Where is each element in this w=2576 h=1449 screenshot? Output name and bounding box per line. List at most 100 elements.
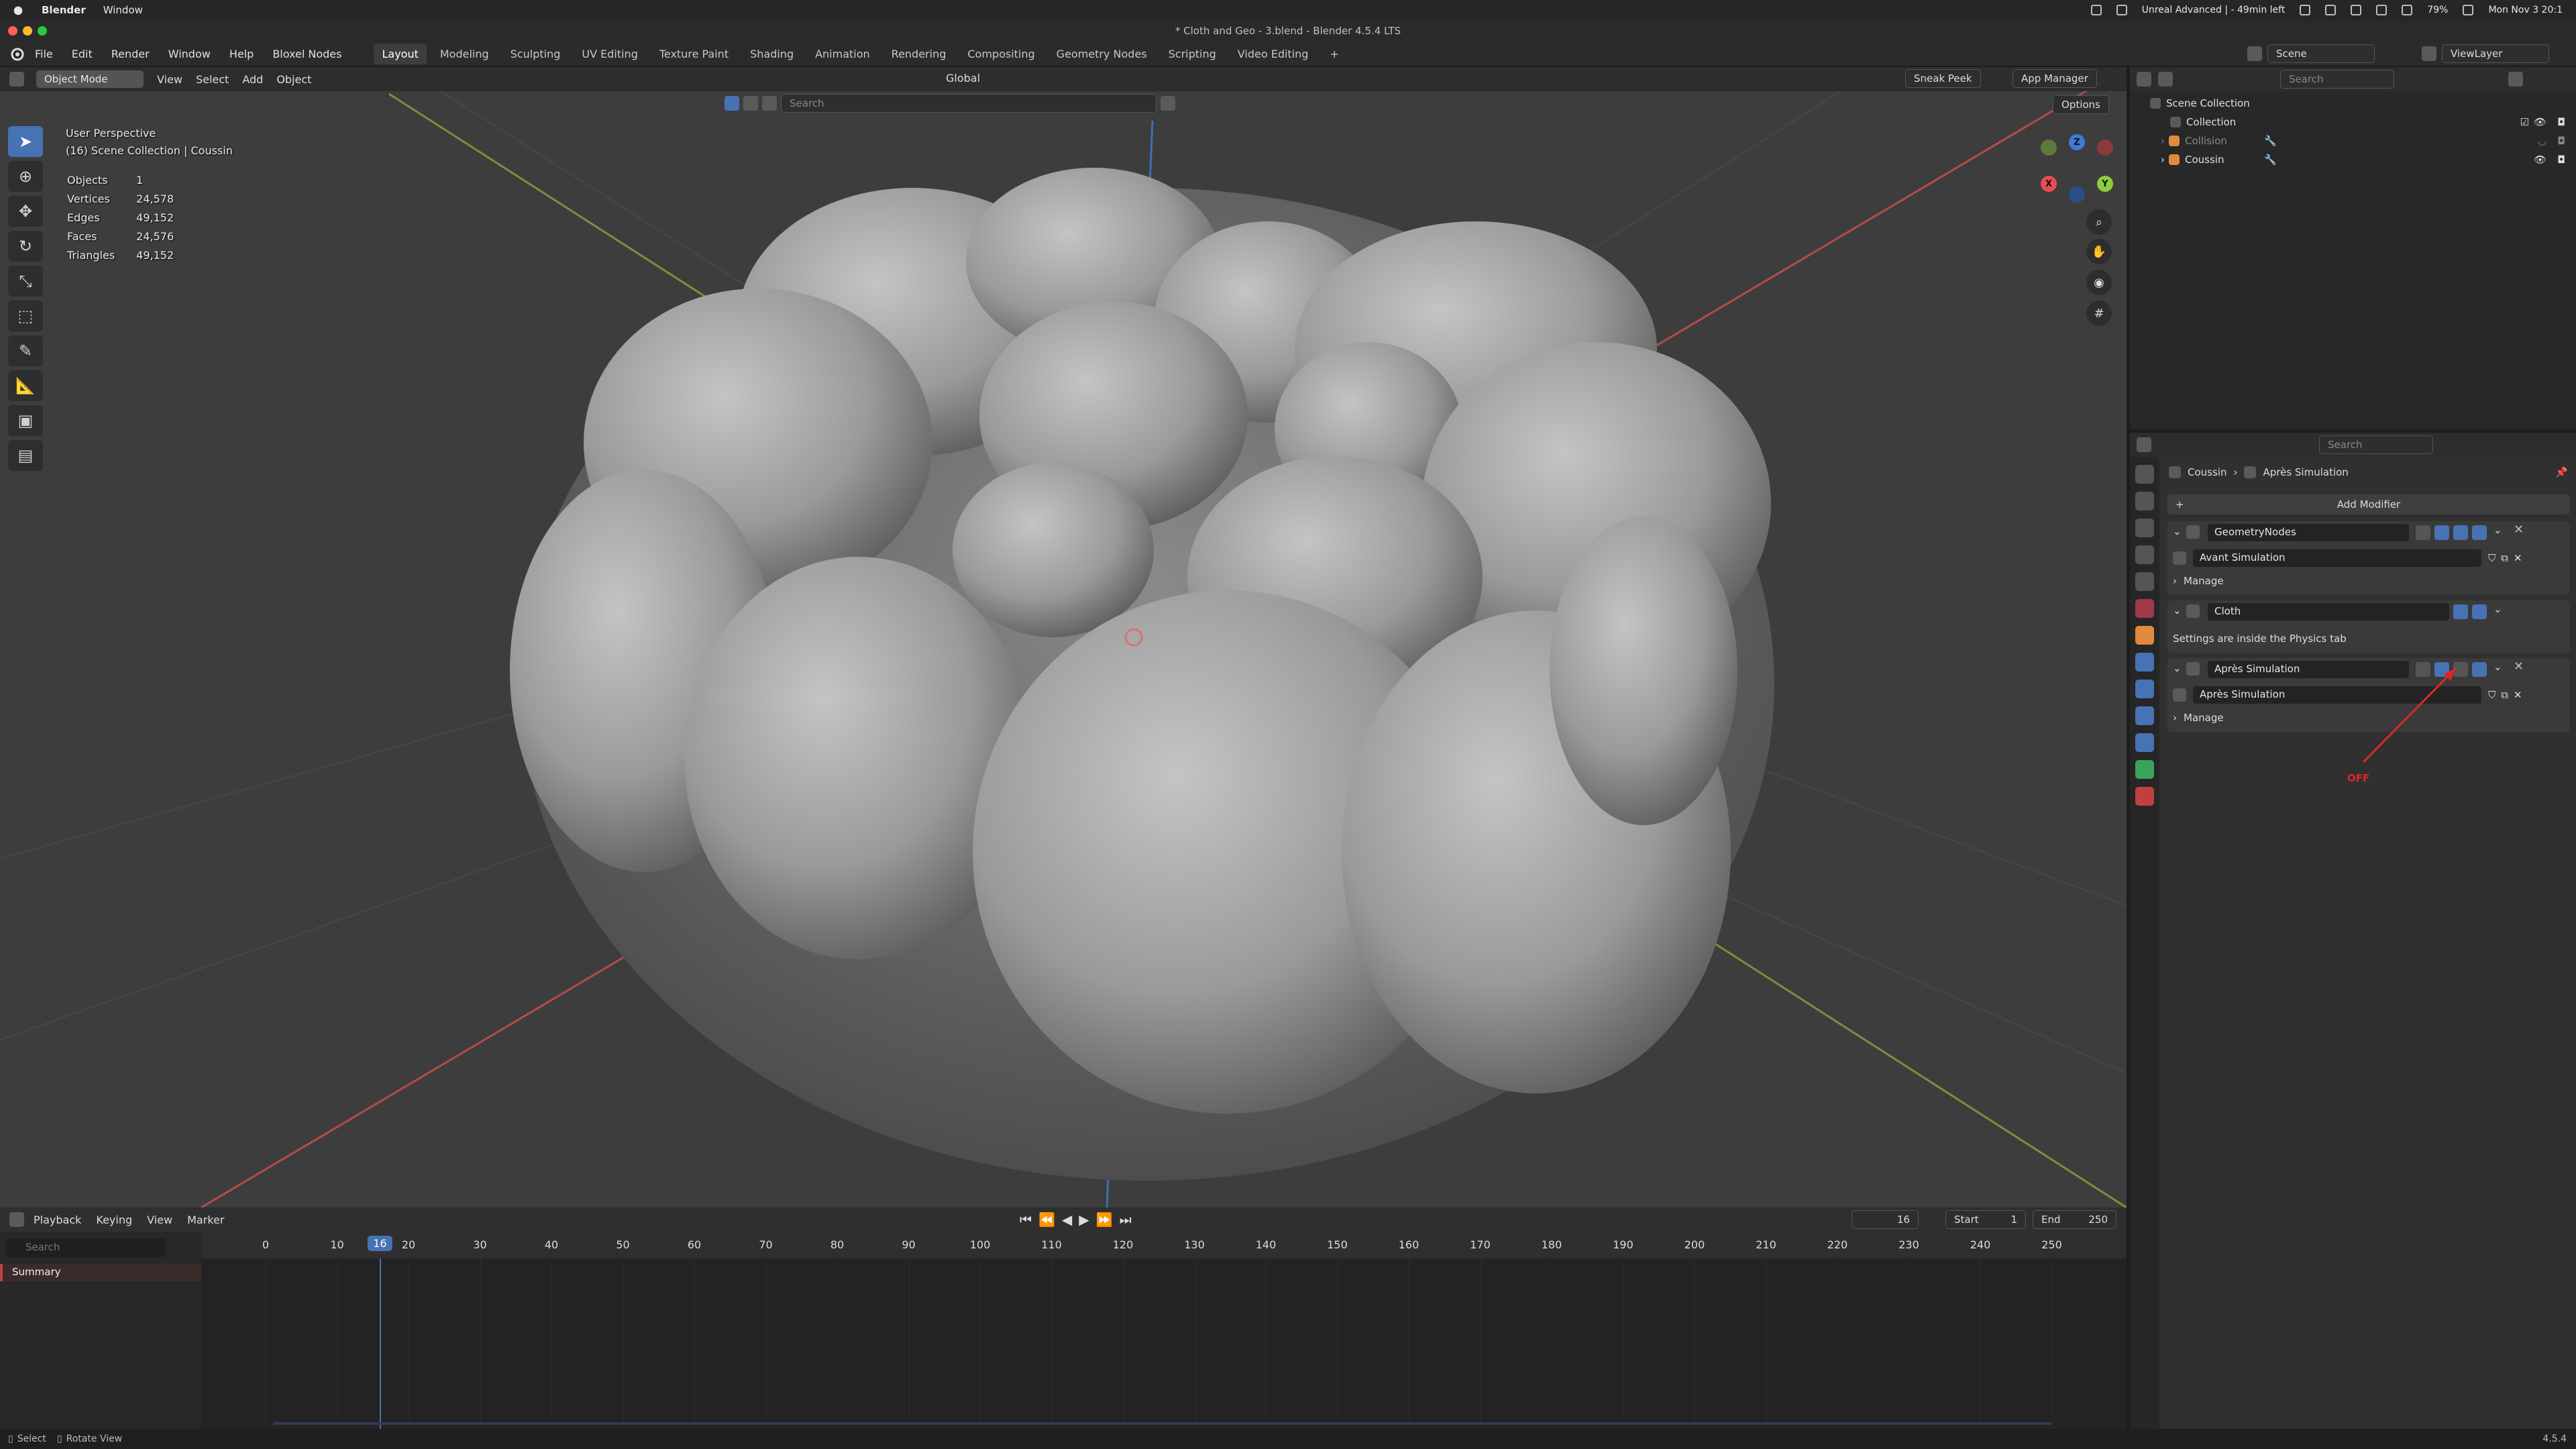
outliner-row-scene-collection[interactable]: Scene Collection — [2130, 94, 2576, 113]
constraints-tab-icon[interactable] — [2135, 733, 2154, 752]
window-menu[interactable]: Window — [103, 4, 143, 16]
render-toggle[interactable] — [2472, 525, 2487, 540]
viewport-display-toggle[interactable] — [2453, 525, 2468, 540]
node-tree-icon[interactable] — [2173, 688, 2186, 702]
tray-icon[interactable] — [2325, 5, 2337, 15]
world-tab-icon[interactable] — [2135, 599, 2154, 618]
tray-icon[interactable] — [2090, 5, 2102, 15]
tab-shading[interactable]: Shading — [742, 44, 802, 64]
tab-rendering[interactable]: Rendering — [883, 44, 955, 64]
pan-hand-icon[interactable]: ✋ — [2086, 239, 2112, 264]
timeline-menu-view[interactable]: View — [147, 1214, 172, 1226]
expand-chevron-icon[interactable]: › — [2161, 154, 2165, 166]
wifi-icon[interactable] — [2402, 5, 2413, 15]
output-tab-icon[interactable] — [2135, 519, 2154, 537]
viewport-search[interactable]: Search — [781, 94, 1157, 113]
remove-modifier-icon[interactable]: ✕ — [2514, 523, 2524, 537]
viewport-menu-add[interactable]: Add — [242, 73, 263, 86]
expand-chevron-icon[interactable]: › — [2161, 135, 2165, 147]
gizmo-neg-x[interactable] — [2097, 140, 2113, 156]
mode-selector[interactable]: Object Mode — [36, 70, 144, 88]
status-text[interactable]: Unreal Advanced | - 49min left — [2142, 5, 2286, 15]
end-frame-field[interactable]: End 250 — [2033, 1210, 2116, 1229]
camera-view-icon[interactable]: ◉ — [2086, 270, 2112, 295]
annotate-tool-button[interactable]: ✎ — [8, 335, 43, 366]
menu-file[interactable]: File — [35, 48, 53, 60]
tab-uv-editing[interactable]: UV Editing — [574, 44, 645, 64]
tab-sculpting[interactable]: Sculpting — [502, 44, 569, 64]
viewport-menu-view[interactable]: View — [157, 73, 182, 86]
duplicate-icon[interactable]: ⧉ — [2501, 552, 2508, 564]
transform-tool-button[interactable]: ⬚ — [8, 301, 43, 331]
shield-icon[interactable]: ⛉ — [2488, 552, 2496, 564]
select-box-icon[interactable] — [724, 96, 739, 111]
move-tool-button[interactable]: ✥ — [8, 196, 43, 227]
outliner-search[interactable]: Search — [2280, 70, 2394, 89]
3d-viewport[interactable]: Object Mode View Select Add Object Globa… — [0, 67, 2127, 1208]
play-reverse-icon[interactable]: ◀ — [1062, 1212, 1072, 1228]
dropdown-chevron-icon[interactable]: ⌄ — [2493, 661, 2502, 673]
tab-scripting[interactable]: Scripting — [1161, 44, 1224, 64]
playhead-frame-badge[interactable]: 16 — [368, 1236, 392, 1251]
minimize-window-button[interactable] — [23, 26, 32, 36]
material-tab-icon[interactable] — [2135, 787, 2154, 806]
properties-editor-icon[interactable] — [2137, 437, 2151, 452]
dropdown-chevron-icon[interactable]: ⌄ — [2493, 524, 2502, 536]
battery-percent[interactable]: 79% — [2427, 5, 2448, 15]
prev-keyframe-icon[interactable]: ⏪ — [1038, 1212, 1055, 1228]
node-group-field[interactable]: Avant Simulation — [2193, 549, 2481, 567]
render-tab-icon[interactable] — [2135, 492, 2154, 511]
rotate-tool-button[interactable]: ↻ — [8, 231, 43, 262]
manage-row[interactable]: › Manage — [2173, 708, 2224, 728]
camera-icon[interactable]: ◘ — [2557, 154, 2565, 166]
collapse-chevron-icon[interactable]: ⌄ — [2173, 662, 2182, 674]
blender-logo-icon[interactable] — [9, 46, 24, 61]
view-layer-tab-icon[interactable] — [2135, 545, 2154, 564]
menu-window[interactable]: Window — [168, 48, 211, 60]
menu-render[interactable]: Render — [111, 48, 150, 60]
render-toggle[interactable] — [2472, 604, 2487, 619]
pin-icon[interactable]: 📌 — [2555, 466, 2568, 478]
ortho-grid-icon[interactable]: # — [2086, 301, 2112, 326]
zoom-icon[interactable]: ⌕ — [2086, 209, 2112, 235]
options-button[interactable]: Options — [2053, 95, 2109, 114]
modifier-wrench-icon[interactable]: 🔧 — [2264, 135, 2277, 147]
frame-ruler[interactable]: 0 10 20 30 40 50 60 70 80 90 100 110 120 130 140 150 160… — [201, 1232, 2127, 1258]
gizmo-z[interactable]: Z — [2069, 134, 2085, 150]
tab-video-editing[interactable]: Video Editing — [1230, 44, 1317, 64]
extra-tool-button[interactable]: ▤ — [8, 440, 43, 471]
outliner-editor-icon[interactable] — [2137, 72, 2151, 87]
cursor-tool-button[interactable]: ⊕ — [8, 161, 43, 192]
unlink-icon[interactable]: ✕ — [2514, 689, 2522, 701]
timeline-search[interactable]: Search — [5, 1238, 166, 1257]
modifier-name-field[interactable]: Cloth — [2208, 603, 2449, 621]
camera-icon[interactable]: ◘ — [2557, 116, 2565, 128]
jump-end-icon[interactable]: ⏭ — [1120, 1212, 1132, 1228]
node-tree-icon[interactable] — [2173, 551, 2186, 565]
sneak-peek-button[interactable]: Sneak Peek — [1905, 69, 1981, 88]
tray-icon[interactable] — [2376, 5, 2387, 15]
outliner-row-coussin[interactable]: › Coussin 🔧 👁 ◘ — [2130, 150, 2576, 169]
modifier-wrench-icon[interactable]: 🔧 — [2264, 154, 2277, 166]
tab-compositing[interactable]: Compositing — [959, 44, 1042, 64]
menu-bloxel-nodes[interactable]: Bloxel Nodes — [272, 48, 341, 60]
gizmo-x[interactable]: X — [2041, 176, 2057, 192]
jump-start-icon[interactable]: ⏮ — [1020, 1212, 1032, 1228]
timeline-menu-keying[interactable]: Keying — [96, 1214, 132, 1226]
unlink-icon[interactable]: ✕ — [2514, 552, 2522, 564]
timeline-body[interactable] — [201, 1258, 2127, 1429]
add-workspace-button[interactable]: + — [1322, 44, 1346, 64]
gizmo-neg-z[interactable] — [2069, 186, 2085, 203]
transform-orientation[interactable]: Global — [946, 72, 980, 85]
coussin-mesh[interactable] — [510, 168, 1774, 1181]
data-tab-icon[interactable] — [2135, 760, 2154, 779]
display-mode-icon[interactable] — [2158, 72, 2173, 87]
duplicate-icon[interactable]: ⧉ — [2501, 689, 2508, 701]
tray-icon[interactable] — [2351, 5, 2362, 15]
tab-modeling[interactable]: Modeling — [432, 44, 497, 64]
particles-tab-icon[interactable] — [2135, 680, 2154, 698]
next-keyframe-icon[interactable]: ⏩ — [1096, 1212, 1113, 1228]
add-modifier-button[interactable]: + Add Modifier — [2167, 494, 2570, 515]
tab-animation[interactable]: Animation — [807, 44, 878, 64]
dropdown-chevron-icon[interactable]: ⌄ — [2493, 603, 2502, 615]
